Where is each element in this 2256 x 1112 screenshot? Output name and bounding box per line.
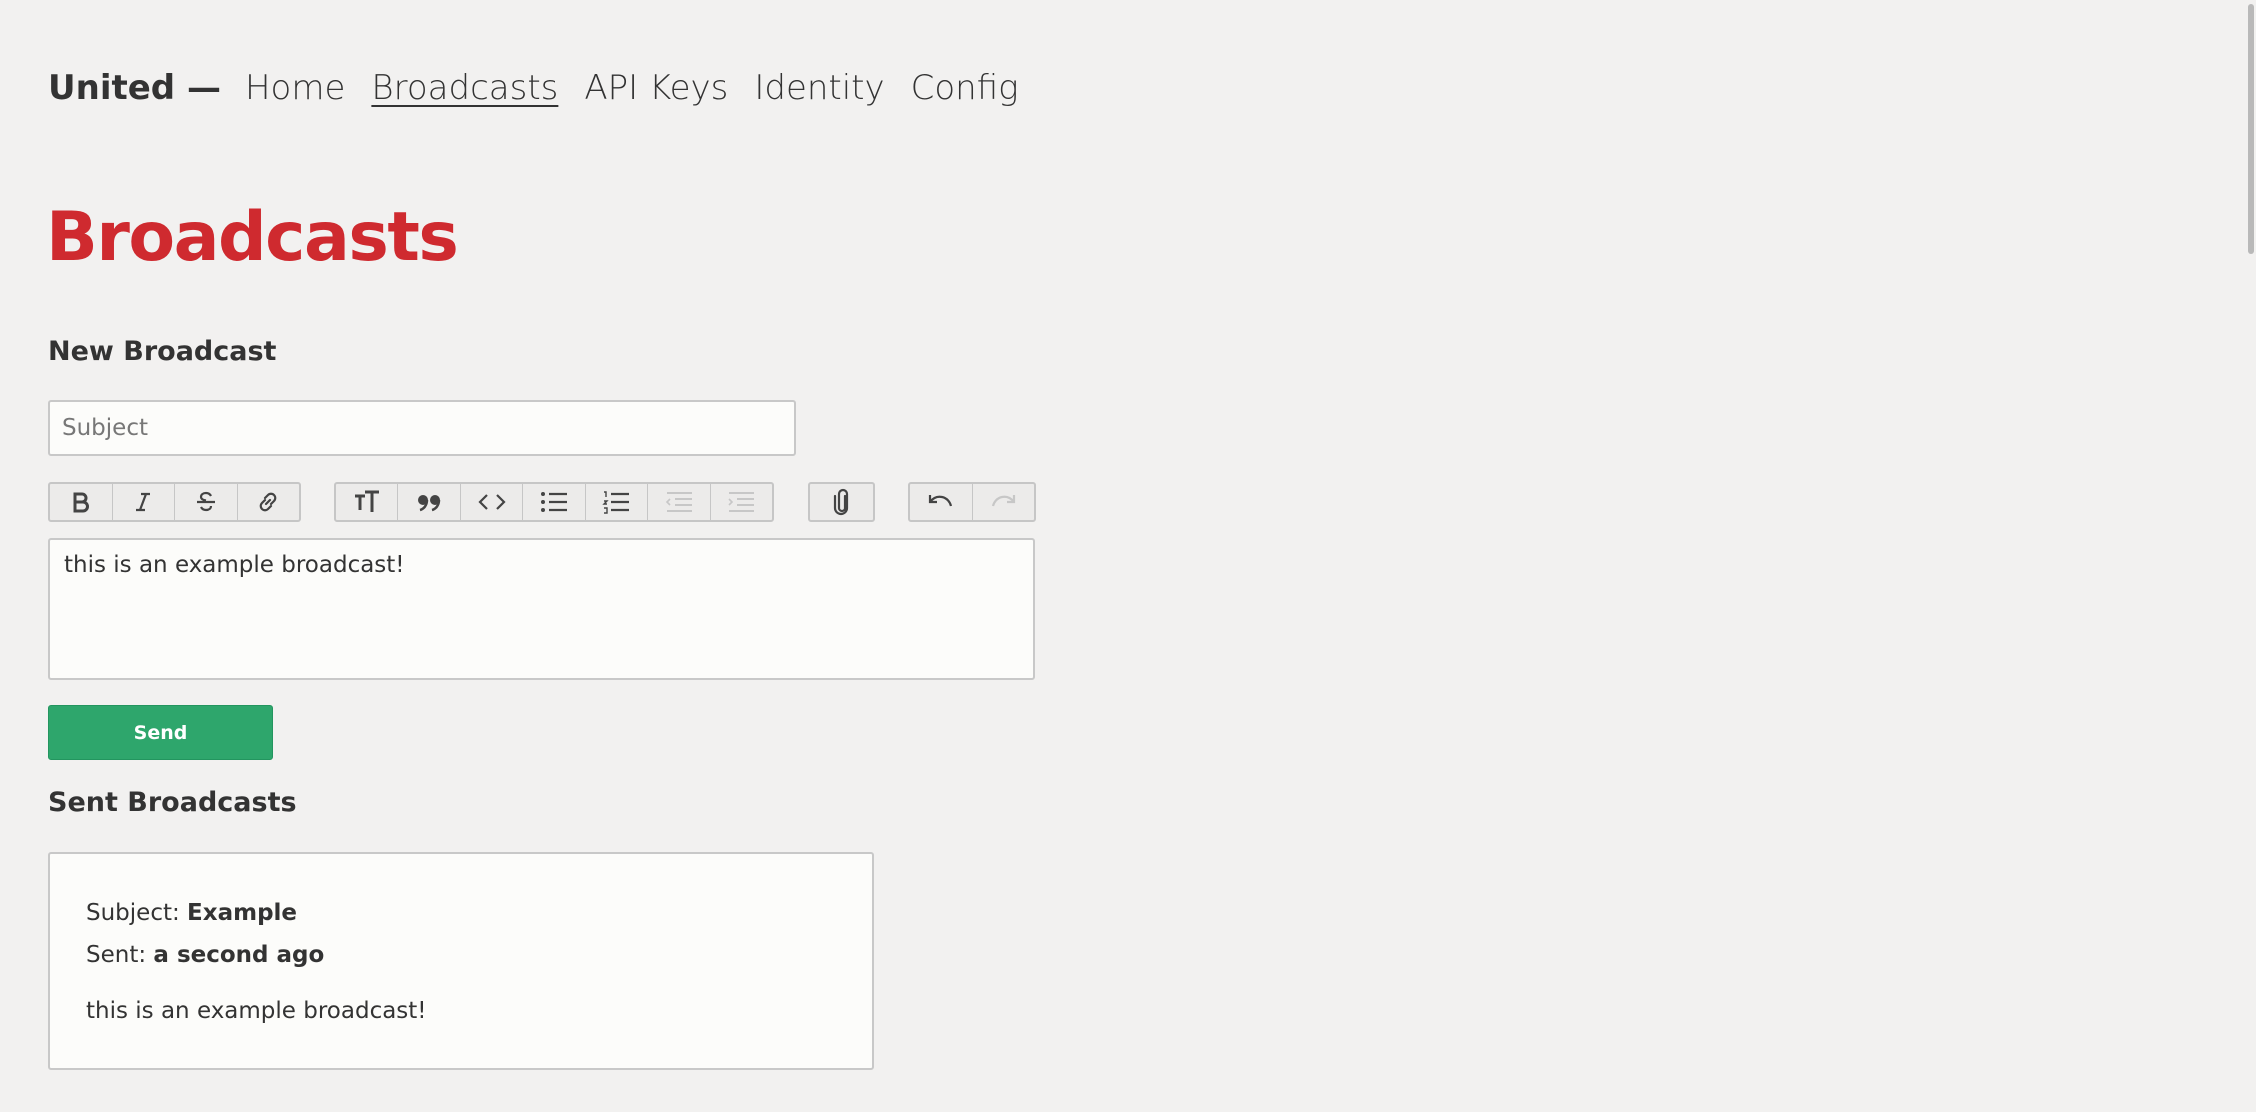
sent-subject-line: Subject: Example — [86, 892, 836, 934]
attach-button[interactable] — [810, 484, 873, 520]
page-scrollbar[interactable] — [2244, 0, 2256, 1112]
nav-item-home[interactable]: Home — [245, 68, 345, 108]
heading-icon — [353, 490, 381, 514]
brand-name: United — — [48, 68, 221, 108]
attach-icon — [833, 488, 851, 516]
numbered-list-button[interactable] — [586, 484, 649, 520]
quote-button[interactable] — [398, 484, 461, 520]
undo-button[interactable] — [910, 484, 973, 520]
broadcast-editor[interactable]: this is an example broadcast! — [48, 538, 1035, 680]
redo-icon — [988, 491, 1018, 513]
new-broadcast-heading: New Broadcast — [48, 336, 277, 367]
code-button[interactable] — [461, 484, 524, 520]
scrollbar-thumb[interactable] — [2248, 4, 2254, 254]
sent-time-label: Sent: — [86, 942, 147, 968]
undo-icon — [926, 491, 956, 513]
link-button[interactable] — [238, 484, 300, 520]
decrease-indent-icon — [665, 490, 693, 514]
sent-time-line: Sent: a second ago — [86, 934, 836, 976]
strikethrough-icon — [194, 490, 218, 514]
sent-broadcasts-heading: Sent Broadcasts — [48, 787, 297, 818]
editor-content: this is an example broadcast! — [64, 552, 405, 578]
redo-button[interactable] — [973, 484, 1035, 520]
quote-icon — [416, 492, 442, 512]
nav-item-identity[interactable]: Identity — [754, 68, 884, 108]
sent-broadcast-card: Subject: Example Sent: a second ago this… — [48, 852, 874, 1070]
increase-indent-button[interactable] — [711, 484, 772, 520]
sent-broadcast-body: this is an example broadcast! — [86, 998, 427, 1024]
heading-button[interactable] — [336, 484, 399, 520]
toolbar-block-group — [334, 482, 774, 522]
sent-time-value: a second ago — [153, 942, 325, 968]
page: United — Home Broadcasts API Keys Identi… — [0, 0, 2256, 1112]
top-nav: United — Home Broadcasts API Keys Identi… — [48, 68, 1045, 108]
subject-input[interactable] — [48, 400, 796, 456]
bold-button[interactable] — [50, 484, 113, 520]
sent-subject-value: Example — [187, 900, 298, 926]
nav-item-api-keys[interactable]: API Keys — [584, 68, 728, 108]
sent-subject-label: Subject: — [86, 900, 180, 926]
bold-icon — [70, 491, 92, 513]
toolbar-attach-group — [808, 482, 875, 522]
bullet-list-button[interactable] — [523, 484, 586, 520]
italic-icon — [132, 491, 154, 513]
numbered-list-icon — [602, 490, 630, 514]
strikethrough-button[interactable] — [175, 484, 238, 520]
toolbar-history-group — [908, 482, 1036, 522]
nav-item-broadcasts[interactable]: Broadcasts — [371, 68, 558, 108]
page-title: Broadcasts — [46, 198, 459, 277]
italic-button[interactable] — [113, 484, 175, 520]
link-icon — [255, 489, 281, 515]
decrease-indent-button[interactable] — [648, 484, 711, 520]
toolbar-text-format-group — [48, 482, 301, 522]
increase-indent-icon — [727, 490, 755, 514]
nav-item-config[interactable]: Config — [911, 68, 1019, 108]
code-icon — [477, 492, 506, 512]
send-button[interactable]: Send — [48, 705, 273, 760]
bullet-list-icon — [540, 490, 568, 514]
